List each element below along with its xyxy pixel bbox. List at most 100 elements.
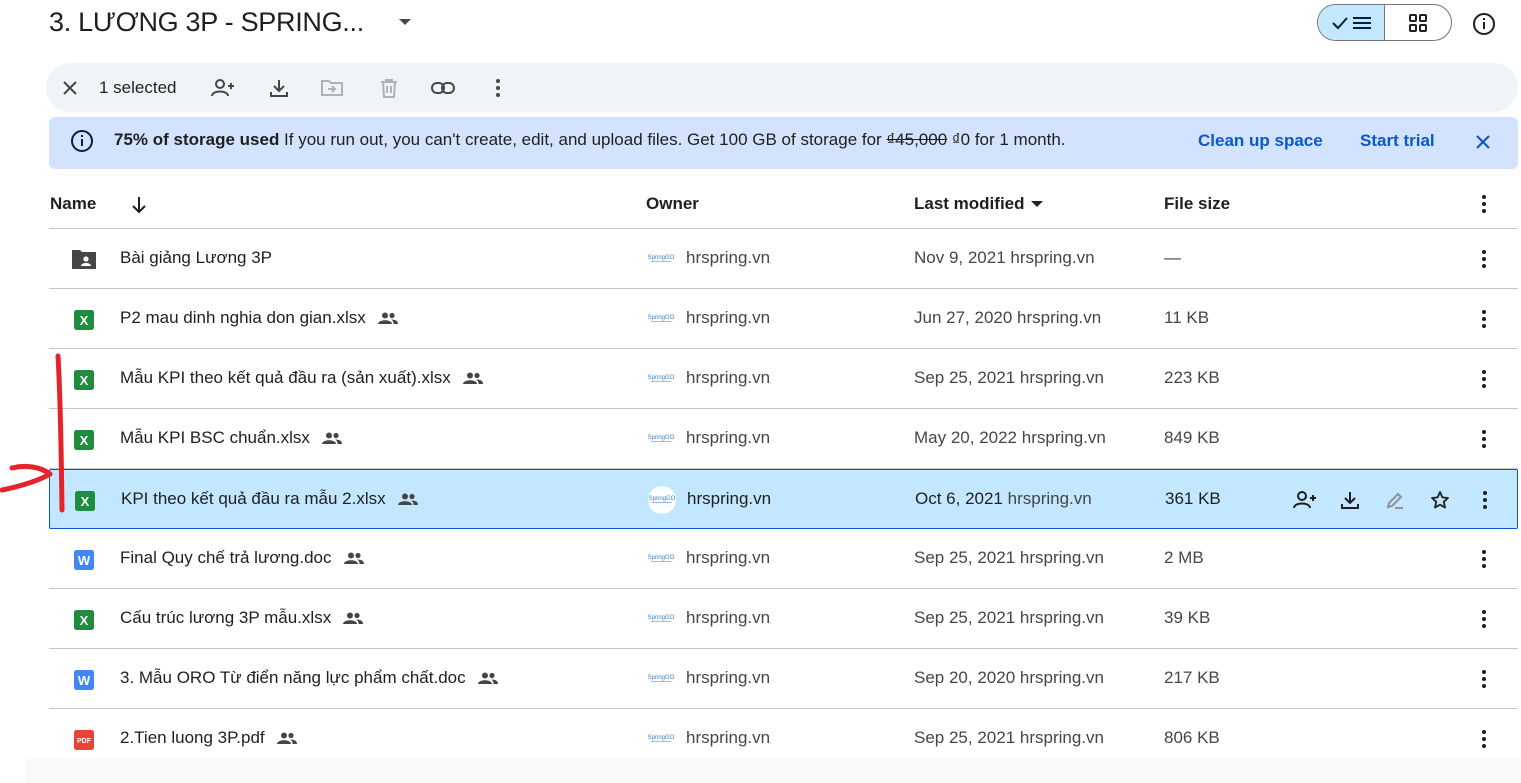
- row-more-actions-icon[interactable]: [1474, 488, 1496, 512]
- modified-date: Sep 25, 2021: [914, 548, 1016, 567]
- selection-toolbar: 1 selected: [46, 63, 1518, 112]
- folder-title[interactable]: 3. LƯƠNG 3P - SPRING...: [49, 4, 416, 40]
- svg-text:X: X: [81, 494, 90, 509]
- svg-text:SpringGO: SpringGO: [648, 435, 674, 441]
- download-icon[interactable]: [266, 75, 292, 101]
- move-to-folder-icon[interactable]: [319, 75, 345, 101]
- clear-selection-close-icon[interactable]: [57, 75, 83, 101]
- last-modified: Sep 25, 2021 hrspring.vn: [914, 548, 1104, 568]
- star-icon[interactable]: [1427, 487, 1453, 513]
- last-modified: Jun 27, 2020 hrspring.vn: [914, 308, 1101, 328]
- row-more-actions-icon[interactable]: [1473, 427, 1495, 451]
- table-header: Name Owner Last modified File size: [49, 180, 1518, 229]
- owner-avatar: SpringGO: [647, 425, 675, 453]
- owner-name: hrspring.vn: [686, 728, 771, 747]
- row-more-actions-icon[interactable]: [1473, 667, 1495, 691]
- table-row[interactable]: X Mẫu KPI BSC chuẩn.xlsx SpringGO hrspring.…: [49, 409, 1518, 469]
- start-trial-link[interactable]: Start trial: [1360, 131, 1435, 151]
- doc-file-icon: W: [73, 669, 95, 691]
- xlsx-file-icon: X: [73, 609, 95, 631]
- shared-people-icon: [397, 493, 418, 505]
- file-size: 39 KB: [1164, 608, 1211, 627]
- row-more-actions-icon[interactable]: [1473, 607, 1495, 631]
- modified-by: hrspring.vn: [1019, 728, 1104, 747]
- row-more-actions-icon[interactable]: [1473, 307, 1495, 331]
- table-row[interactable]: X KPI theo kết quả đầu ra mẫu 2.xlsx Sprin…: [49, 469, 1518, 529]
- xlsx-file-icon: X: [73, 429, 95, 451]
- owner-name: hrspring.vn: [686, 368, 771, 387]
- table-row[interactable]: X Cấu trúc lương 3P mẫu.xlsx SpringGO hrspr…: [49, 589, 1518, 649]
- sort-arrow-down-icon[interactable]: [127, 193, 151, 217]
- selection-count: 1 selected: [99, 78, 177, 97]
- page-title: 3. LƯƠNG 3P - SPRING...: [49, 6, 364, 37]
- caret-down-icon: [1030, 200, 1043, 208]
- list-view-button[interactable]: [1318, 5, 1385, 40]
- modified-date: Sep 25, 2021: [914, 608, 1016, 627]
- file-name-cell: P2 mau dinh nghia don gian.xlsx: [120, 308, 398, 328]
- table-row[interactable]: X P2 mau dinh nghia don gian.xlsx SpringGO…: [49, 289, 1518, 349]
- owner-name: hrspring.vn: [686, 668, 771, 687]
- column-header-name[interactable]: Name: [50, 194, 96, 214]
- table-row[interactable]: X Mẫu KPI theo kết quả đầu ra (sản xuất).…: [49, 349, 1518, 409]
- rename-pencil-icon[interactable]: [1382, 487, 1408, 513]
- column-options-more-icon[interactable]: [1473, 192, 1495, 216]
- owner-avatar: SpringGO: [647, 245, 675, 273]
- row-more-actions-icon[interactable]: [1473, 247, 1495, 271]
- svg-text:X: X: [80, 313, 89, 328]
- svg-text:SpringGO: SpringGO: [648, 675, 674, 681]
- download-icon[interactable]: [1337, 487, 1363, 513]
- row-more-actions-icon[interactable]: [1473, 547, 1495, 571]
- last-modified: May 20, 2022 hrspring.vn: [914, 428, 1106, 448]
- pdf-file-icon: PDF: [73, 729, 95, 751]
- file-name-cell: 2.Tien luong 3P.pdf: [120, 728, 297, 748]
- share-add-person-icon[interactable]: [1292, 487, 1318, 513]
- file-name: 2.Tien luong 3P.pdf: [120, 728, 265, 747]
- info-icon: [70, 129, 94, 153]
- shared-people-icon: [343, 552, 364, 564]
- owner-avatar: SpringGO: [647, 305, 675, 333]
- column-header-file-size[interactable]: File size: [1164, 194, 1230, 214]
- check-icon: [1331, 16, 1349, 30]
- file-name: P2 mau dinh nghia don gian.xlsx: [120, 308, 366, 327]
- svg-text:SpringGO: SpringGO: [648, 615, 674, 621]
- grid-view-button[interactable]: [1385, 5, 1451, 40]
- row-more-actions-icon[interactable]: [1473, 367, 1495, 391]
- storage-message: 75% of storage used If you run out, you …: [114, 130, 1066, 149]
- share-add-person-icon[interactable]: [210, 75, 236, 101]
- modified-by: hrspring.vn: [1017, 308, 1102, 327]
- copy-link-icon[interactable]: [430, 75, 456, 101]
- row-more-actions-icon[interactable]: [1473, 727, 1495, 751]
- owner-avatar: SpringGO: [647, 545, 675, 573]
- svg-text:X: X: [80, 373, 89, 388]
- file-name-cell: Cấu trúc lương 3P mẫu.xlsx: [120, 608, 364, 628]
- column-header-last-modified[interactable]: Last modified: [914, 194, 1043, 214]
- modified-by: hrspring.vn: [1019, 548, 1104, 567]
- column-header-owner[interactable]: Owner: [646, 194, 699, 214]
- owner-avatar: SpringGO: [648, 486, 676, 514]
- title-dropdown-icon[interactable]: [394, 11, 416, 33]
- svg-text:SpringGO: SpringGO: [649, 496, 675, 502]
- owner-name: hrspring.vn: [686, 248, 771, 267]
- file-size: 223 KB: [1164, 368, 1220, 387]
- modified-by: hrspring.vn: [1019, 668, 1104, 687]
- list-icon: [1353, 16, 1371, 30]
- clean-up-space-link[interactable]: Clean up space: [1198, 131, 1323, 151]
- modified-date: Jun 27, 2020: [914, 308, 1013, 327]
- storage-banner: 75% of storage used If you run out, you …: [49, 117, 1518, 169]
- close-icon[interactable]: [1471, 130, 1495, 154]
- svg-text:PDF: PDF: [77, 738, 92, 745]
- shared-folder-icon: [72, 249, 96, 271]
- info-icon[interactable]: [1470, 10, 1498, 38]
- table-row[interactable]: W Final Quy chế trả lương.doc SpringGO hrsp…: [49, 529, 1518, 589]
- view-toggle[interactable]: [1317, 4, 1452, 41]
- file-name-cell: KPI theo kết quả đầu ra mẫu 2.xlsx: [121, 489, 418, 509]
- table-row[interactable]: Bài giảng Lương 3P SpringGO hrspring.vn Nov…: [49, 229, 1518, 289]
- last-modified: Nov 9, 2021 hrspring.vn: [914, 248, 1095, 268]
- file-name: KPI theo kết quả đầu ra mẫu 2.xlsx: [121, 489, 386, 508]
- more-actions-icon[interactable]: [485, 75, 511, 101]
- table-row[interactable]: W 3. Mẫu ORO Từ điển năng lực phẩm chất.d…: [49, 649, 1518, 709]
- file-name: Cấu trúc lương 3P mẫu.xlsx: [120, 608, 332, 627]
- shared-people-icon: [462, 372, 483, 384]
- last-modified: Sep 25, 2021 hrspring.vn: [914, 608, 1104, 628]
- trash-icon[interactable]: [376, 75, 402, 101]
